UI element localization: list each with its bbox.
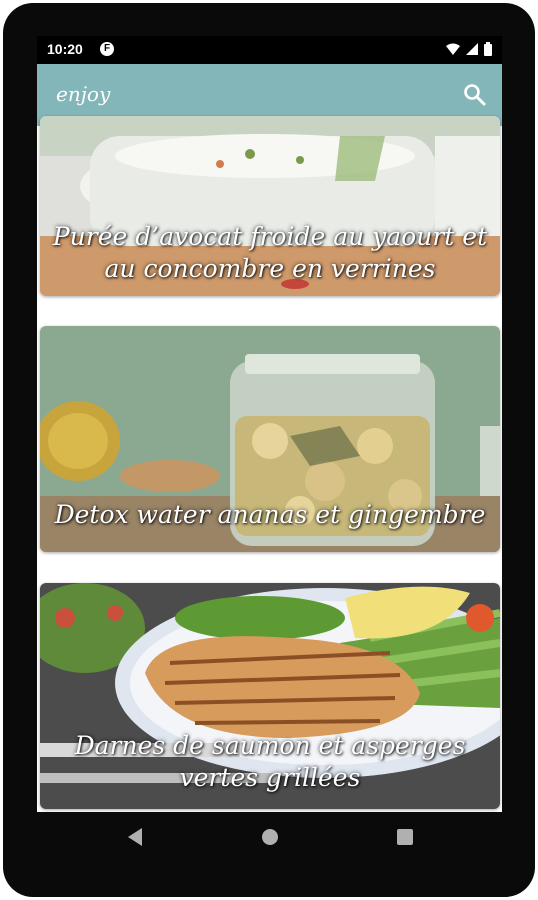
notification-icon: F xyxy=(100,42,114,56)
status-time: 10:20 xyxy=(47,41,83,57)
recipe-card[interactable]: Purée d’avocat froide au yaourt et au co… xyxy=(40,116,500,296)
recipe-title: Purée d’avocat froide au yaourt et au co… xyxy=(52,222,488,283)
recipe-title: Detox water ananas et gingembre xyxy=(54,500,486,529)
recipe-list[interactable]: Purée d’avocat froide au yaourt et au co… xyxy=(37,116,502,812)
home-circle-icon[interactable] xyxy=(261,827,279,847)
cell-signal-icon xyxy=(466,43,478,55)
navigation-bar xyxy=(37,812,502,862)
back-triangle-icon[interactable] xyxy=(127,827,143,847)
recipe-card[interactable]: Detox water ananas et gingembre xyxy=(40,326,500,552)
search-button[interactable] xyxy=(462,82,488,108)
status-icons xyxy=(446,42,492,56)
battery-icon xyxy=(484,42,492,56)
app-title: enjoy xyxy=(56,82,111,106)
search-icon xyxy=(464,84,486,106)
recipe-card[interactable]: Darnes de saumon et asperges vertes gril… xyxy=(40,583,500,809)
status-bar: 10:20 F xyxy=(37,36,502,64)
recipe-title: Darnes de saumon et asperges vertes gril… xyxy=(74,731,466,792)
device: 10:20 F enjoy Purée d’avocat froide au y… xyxy=(0,0,538,900)
screen: 10:20 F enjoy Purée d’avocat froide au y… xyxy=(37,36,502,812)
wifi-icon xyxy=(446,43,460,55)
recents-square-icon[interactable] xyxy=(396,827,414,847)
